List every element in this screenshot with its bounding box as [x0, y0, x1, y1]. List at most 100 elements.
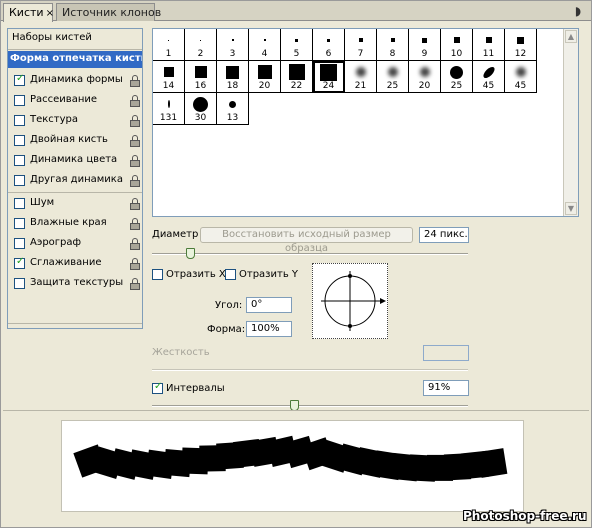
- option-row[interactable]: Двойная кисть: [12, 133, 140, 149]
- lock-icon[interactable]: [130, 278, 140, 290]
- brush-preset-cell[interactable]: 20: [409, 61, 441, 93]
- option-checkbox[interactable]: [14, 198, 25, 209]
- roundness-input[interactable]: 100%: [246, 321, 292, 337]
- lock-icon[interactable]: [130, 238, 140, 250]
- brush-preset-cell[interactable]: 25: [377, 61, 409, 93]
- option-checkbox[interactable]: [14, 238, 25, 249]
- brush-tip-icon: [516, 67, 526, 77]
- brush-preset-cell[interactable]: 12: [505, 29, 537, 61]
- brush-preset-cell[interactable]: 14: [153, 61, 185, 93]
- brush-tip-icon: [168, 40, 169, 41]
- brush-preset-cell[interactable]: 21: [345, 61, 377, 93]
- lock-icon[interactable]: [130, 155, 140, 167]
- brush-preset-cell[interactable]: 45: [473, 61, 505, 93]
- brush-preset-cell[interactable]: 16: [185, 61, 217, 93]
- brush-preset-cell[interactable]: 5: [281, 29, 313, 61]
- brush-tip-icon: [486, 37, 492, 43]
- lock-icon[interactable]: [130, 135, 140, 147]
- spacing-box[interactable]: [152, 381, 163, 394]
- brush-preset-cell[interactable]: 9: [409, 29, 441, 61]
- angle-roundness-graphic[interactable]: [313, 264, 387, 338]
- brush-preset-cell[interactable]: 131: [153, 93, 185, 125]
- tab-bar: Кисти × Источник клонов ◗: [1, 1, 591, 22]
- brush-preset-cell[interactable]: 30: [185, 93, 217, 125]
- tab-brushes[interactable]: Кисти ×: [3, 3, 54, 22]
- brush-preset-cell[interactable]: 22: [281, 61, 313, 93]
- option-row[interactable]: Сглаживание: [12, 256, 140, 272]
- brush-tip-icon: [232, 39, 234, 41]
- brush-preset-cell[interactable]: 1: [153, 29, 185, 61]
- option-row[interactable]: Защита текстуры: [12, 276, 140, 292]
- brush-preset-cell[interactable]: 45: [505, 61, 537, 93]
- brush-size-label: 5: [293, 49, 300, 59]
- option-checkbox[interactable]: [14, 73, 25, 86]
- flip-y-box[interactable]: [225, 269, 236, 280]
- brush-preset-cell[interactable]: 18: [217, 61, 249, 93]
- brush-preset-cell[interactable]: 2: [185, 29, 217, 61]
- lock-icon[interactable]: [130, 95, 140, 107]
- brush-preset-cell[interactable]: 24: [313, 61, 345, 93]
- spacing-input[interactable]: 91%: [423, 380, 469, 396]
- angle-label: Угол:: [215, 300, 243, 311]
- brush-preset-cell[interactable]: 4: [249, 29, 281, 61]
- brush-size-label: 1: [165, 49, 172, 59]
- flip-y-checkbox[interactable]: Отразить Y: [225, 268, 300, 282]
- brush-preset-cell[interactable]: 3: [217, 29, 249, 61]
- flip-x-box[interactable]: [152, 269, 163, 280]
- lock-icon[interactable]: [130, 115, 140, 127]
- option-row[interactable]: Динамика формы: [12, 73, 140, 89]
- grid-scrollbar[interactable]: ▲ ▼: [563, 29, 578, 216]
- brush-preset-cell[interactable]: 13: [217, 93, 249, 125]
- angle-input[interactable]: 0°: [246, 297, 292, 313]
- brush-tip-icon: [420, 67, 430, 77]
- stroke-preview-graphic: [73, 435, 508, 482]
- lock-icon[interactable]: [130, 258, 140, 270]
- brush-preset-cell[interactable]: 11: [473, 29, 505, 61]
- option-checkbox[interactable]: [14, 95, 25, 106]
- lock-icon[interactable]: [130, 175, 140, 187]
- close-icon[interactable]: ×: [46, 8, 54, 19]
- brush-preset-cell[interactable]: 7: [345, 29, 377, 61]
- brush-preset-cell[interactable]: 10: [441, 29, 473, 61]
- option-row[interactable]: Влажные края: [12, 216, 140, 232]
- scroll-down-icon[interactable]: ▼: [565, 202, 577, 215]
- option-checkbox[interactable]: [14, 115, 25, 126]
- diameter-slider-thumb[interactable]: [185, 248, 195, 259]
- spacing-slider-track[interactable]: [152, 405, 468, 407]
- option-checkbox[interactable]: [14, 256, 25, 269]
- diameter-input[interactable]: 24 пикс.: [419, 227, 469, 243]
- brush-preset-cell[interactable]: 6: [313, 29, 345, 61]
- tab-clone-source[interactable]: Источник клонов: [56, 3, 161, 21]
- restore-size-button[interactable]: Восстановить исходный размер образца: [200, 227, 413, 254]
- option-checkbox[interactable]: [14, 278, 25, 289]
- option-row[interactable]: Шум: [12, 196, 140, 212]
- diameter-label: Диаметр: [152, 229, 199, 240]
- lock-icon[interactable]: [130, 218, 140, 230]
- option-row[interactable]: Аэрограф: [12, 236, 140, 252]
- lock-icon[interactable]: [130, 75, 140, 87]
- brush-preset-cell[interactable]: 8: [377, 29, 409, 61]
- brush-preset-cell[interactable]: 20: [249, 61, 281, 93]
- option-row[interactable]: Динамика цвета: [12, 153, 140, 169]
- option-row[interactable]: Текстура: [12, 113, 140, 129]
- brush-tip-icon: [481, 65, 497, 80]
- brush-presets-header[interactable]: Наборы кистей: [8, 29, 142, 49]
- angle-roundness-widget[interactable]: [312, 263, 388, 339]
- brush-tip-icon: [295, 39, 298, 42]
- scroll-up-icon[interactable]: ▲: [565, 30, 577, 43]
- brushes-panel: Кисти × Источник клонов ◗ Наборы кистей Ф…: [0, 0, 592, 528]
- option-checkbox[interactable]: [14, 155, 25, 166]
- menu-arrow-icon[interactable]: ◗: [571, 4, 585, 18]
- spacing-checkbox[interactable]: Интервалы: [152, 381, 232, 396]
- lock-icon[interactable]: [130, 198, 140, 210]
- brush-preset-cell[interactable]: 25: [441, 61, 473, 93]
- option-row[interactable]: Рассеивание: [12, 93, 140, 109]
- brush-tip-shape-item[interactable]: Форма отпечатка кисти: [8, 51, 142, 68]
- option-checkbox[interactable]: [14, 218, 25, 229]
- flip-x-checkbox[interactable]: Отразить X: [152, 268, 226, 282]
- option-row[interactable]: Другая динамика: [12, 173, 140, 189]
- option-checkbox[interactable]: [14, 175, 25, 186]
- option-checkbox[interactable]: [14, 135, 25, 146]
- spacing-label: Интервалы: [166, 383, 225, 394]
- diameter-slider-track[interactable]: [152, 253, 468, 255]
